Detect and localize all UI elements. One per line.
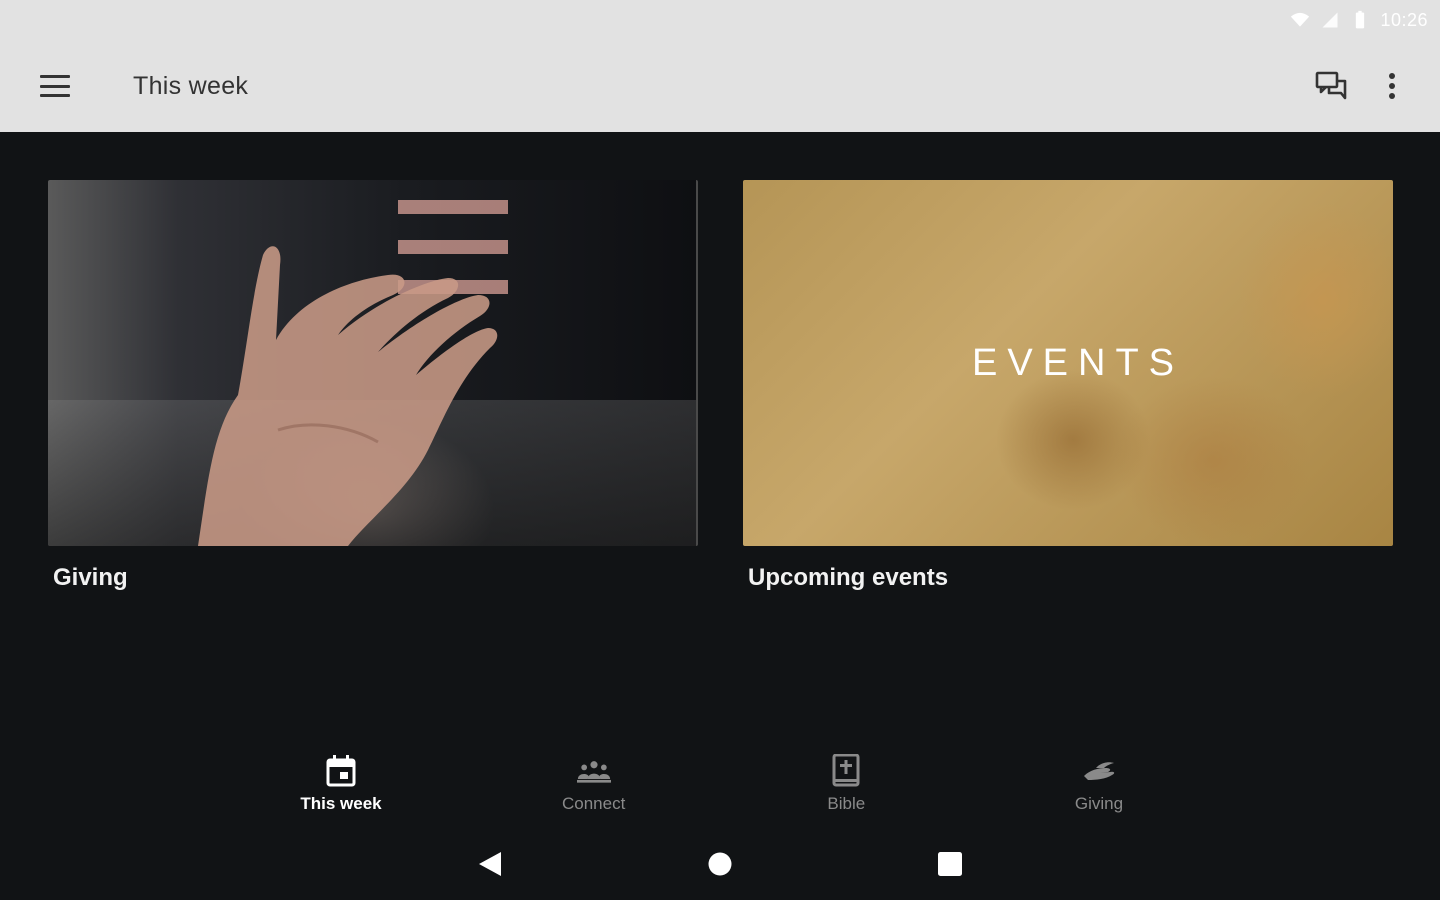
giving-hand-icon — [1083, 762, 1115, 780]
status-bar: 10:26 — [0, 0, 1440, 40]
more-vertical-icon — [1389, 73, 1395, 99]
nav-item-bible[interactable]: Bible — [720, 752, 972, 824]
status-time: 10:26 — [1380, 9, 1428, 30]
nav-label-connect: Connect — [561, 794, 626, 813]
system-navigation — [0, 838, 1440, 890]
nav-item-connect[interactable]: Connect — [468, 752, 720, 824]
giving-card-image[interactable] — [48, 180, 698, 546]
group-icon — [576, 761, 611, 783]
app-bar: This week — [0, 40, 1440, 132]
home-icon — [708, 852, 732, 876]
signal-icon — [1322, 12, 1338, 28]
open-hand-image — [198, 246, 498, 546]
chat-icon — [1315, 71, 1347, 100]
calendar-icon — [326, 755, 356, 787]
home-button[interactable] — [705, 849, 735, 879]
hamburger-menu-icon[interactable] — [40, 75, 70, 97]
more-options-button[interactable] — [1374, 68, 1410, 104]
giving-card[interactable]: Giving — [48, 180, 698, 592]
nav-label-bible: Bible — [827, 794, 866, 813]
upcoming-events-card-title: Upcoming events — [748, 564, 949, 591]
back-button[interactable] — [475, 849, 505, 879]
recents-button[interactable] — [935, 849, 965, 879]
page-title: This week — [133, 71, 249, 100]
upcoming-events-card[interactable]: EVENTS Upcoming events — [743, 180, 1393, 592]
chat-button[interactable] — [1314, 68, 1350, 104]
nav-item-giving[interactable]: Giving — [973, 752, 1225, 824]
back-icon — [479, 852, 501, 876]
nav-item-this-week[interactable]: This week — [215, 752, 467, 824]
events-card-image[interactable]: EVENTS — [743, 180, 1393, 546]
recents-icon — [938, 852, 962, 876]
wifi-icon — [1291, 12, 1310, 27]
giving-card-title: Giving — [53, 564, 128, 591]
nav-label-this-week: This week — [300, 794, 382, 813]
events-image-label: EVENTS — [971, 341, 1185, 384]
nav-label-giving: Giving — [1074, 794, 1124, 813]
bottom-navigation: This week Connect Bible Giving — [215, 752, 1225, 824]
bible-icon — [832, 754, 860, 787]
battery-icon — [1356, 10, 1365, 29]
